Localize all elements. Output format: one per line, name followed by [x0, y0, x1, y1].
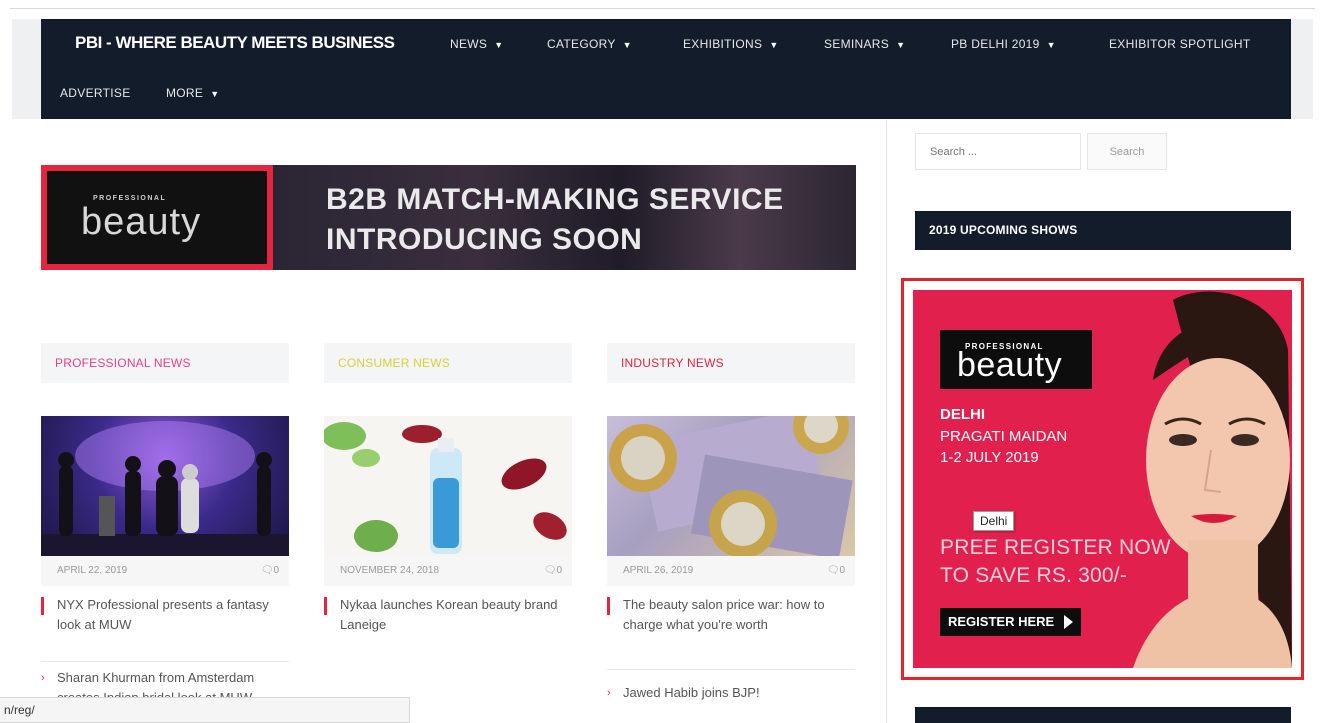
- comment-icon: 🗨: [260, 565, 274, 576]
- chevron-down-icon: ▼: [769, 40, 779, 50]
- story-title-link[interactable]: NYX Professional presents a fantasy look…: [41, 595, 289, 635]
- comment-icon: 🗨: [826, 565, 840, 576]
- story-meta: APRIL 22, 2019 🗨0: [41, 556, 289, 586]
- ad-dates: 1-2 JULY 2019: [940, 449, 1039, 466]
- news-column-professional: PROFESSIONAL NEWS APRIL 22, 2019 🗨0 NYX …: [41, 343, 289, 705]
- ad-city: DELHI: [940, 406, 985, 423]
- hover-tooltip: Delhi: [973, 511, 1015, 531]
- news-column-industry: INDUSTRY NEWS APRIL 26, 2019 🗨0 The beau…: [607, 343, 855, 700]
- chevron-right-icon: ›: [607, 687, 611, 699]
- comment-icon: 🗨: [543, 565, 557, 576]
- column-heading[interactable]: PROFESSIONAL NEWS: [41, 343, 289, 383]
- money-photo: [609, 416, 853, 556]
- news-column-consumer: CONSUMER NEWS NOVEMBER 24, 2018 🗨0 Nykaa…: [324, 343, 572, 632]
- chevron-down-icon: ▼: [622, 40, 632, 50]
- widget-title-next: [915, 707, 1291, 723]
- banner-headline: B2B MATCH-MAKING SERVICE: [326, 183, 784, 216]
- nav-item-exhibitor-spotlight[interactable]: EXHIBITOR SPOTLIGHT: [1109, 37, 1251, 51]
- story-thumbnail[interactable]: [41, 416, 289, 556]
- divider: [607, 669, 855, 670]
- model-portrait: [1133, 291, 1292, 668]
- story-meta: NOVEMBER 24, 2018 🗨0: [324, 556, 572, 586]
- page: PBI - WHERE BEAUTY MEETS BUSINESS NEWS ▼ …: [0, 0, 1325, 723]
- main-navigation: PBI - WHERE BEAUTY MEETS BUSINESS NEWS ▼ …: [41, 19, 1291, 119]
- sub-story-text: Jawed Habib joins BJP!: [623, 685, 760, 700]
- nav-item-seminars[interactable]: SEMINARS ▼: [824, 37, 905, 51]
- banner-subheadline: INTRODUCING SOON: [326, 223, 643, 256]
- chevron-right-icon: ›: [41, 672, 45, 684]
- professional-beauty-logo: PROFESSIONAL beauty: [41, 165, 273, 270]
- register-here-button[interactable]: REGISTER HERE: [940, 608, 1081, 636]
- nav-item-label: EXHIBITIONS: [683, 37, 763, 51]
- chevron-down-icon: ▼: [896, 40, 906, 50]
- product-photo: [324, 422, 567, 554]
- frame-border: [10, 8, 1315, 9]
- professional-beauty-logo: PROFESSIONAL beauty: [940, 330, 1092, 389]
- divider: [41, 661, 289, 662]
- chevron-down-icon: ▼: [210, 89, 220, 99]
- ad-cta-line2: TO SAVE RS. 300/-: [940, 564, 1128, 587]
- logo-text-beauty: beauty: [957, 346, 1063, 384]
- search-button[interactable]: Search: [1087, 133, 1167, 170]
- play-icon: [1064, 615, 1073, 629]
- nav-item-label: CATEGORY: [547, 37, 616, 51]
- story-date: NOVEMBER 24, 2018: [340, 565, 439, 576]
- stage-photo: [41, 421, 289, 556]
- column-heading[interactable]: INDUSTRY NEWS: [607, 343, 855, 383]
- nav-item-label: PB DELHI 2019: [951, 37, 1040, 51]
- nav-item-label: NEWS: [450, 37, 488, 51]
- nav-item-label: MORE: [166, 86, 204, 100]
- pb-delhi-ad[interactable]: PROFESSIONAL beauty DELHI PRAGATI MAIDAN…: [913, 290, 1292, 668]
- site-brand-link[interactable]: PBI - WHERE BEAUTY MEETS BUSINESS: [75, 33, 395, 53]
- nav-item-label: EXHIBITOR SPOTLIGHT: [1109, 37, 1251, 51]
- story-title-link[interactable]: The beauty salon price war: how to charg…: [607, 595, 855, 635]
- sub-story-link[interactable]: › Jawed Habib joins BJP!: [607, 683, 855, 703]
- story-thumbnail[interactable]: [607, 416, 855, 556]
- status-bar-url: n/reg/: [0, 697, 410, 723]
- nav-item-more[interactable]: MORE ▼: [166, 86, 219, 100]
- story-title-link[interactable]: Nykaa launches Korean beauty brand Lanei…: [324, 595, 572, 635]
- chevron-down-icon: ▼: [1046, 40, 1056, 50]
- nav-item-label: ADVERTISE: [60, 86, 131, 100]
- register-label: REGISTER HERE: [948, 614, 1055, 629]
- comment-count[interactable]: 🗨0: [261, 556, 279, 586]
- b2b-promo-banner[interactable]: PROFESSIONAL beauty B2B MATCH-MAKING SER…: [41, 165, 856, 270]
- column-heading[interactable]: CONSUMER NEWS: [324, 343, 572, 383]
- comment-number: 0: [556, 565, 562, 576]
- nav-item-label: SEMINARS: [824, 37, 890, 51]
- comment-number: 0: [273, 565, 279, 576]
- story-meta: APRIL 26, 2019 🗨0: [607, 556, 855, 586]
- comment-count[interactable]: 🗨0: [827, 556, 845, 586]
- story-thumbnail[interactable]: [324, 416, 572, 556]
- chevron-down-icon: ▼: [494, 40, 504, 50]
- story-date: APRIL 22, 2019: [57, 565, 128, 576]
- widget-title-upcoming-shows: 2019 UPCOMING SHOWS: [915, 211, 1291, 250]
- comment-number: 0: [839, 565, 845, 576]
- logo-text-beauty: beauty: [81, 201, 202, 243]
- ad-venue: PRAGATI MAIDAN: [940, 428, 1068, 445]
- search-input[interactable]: [915, 133, 1081, 170]
- nav-item-exhibitions[interactable]: EXHIBITIONS ▼: [683, 37, 779, 51]
- story-date: APRIL 26, 2019: [623, 565, 694, 576]
- content-sidebar-divider: [886, 120, 887, 723]
- nav-item-pb-delhi-2019[interactable]: PB DELHI 2019 ▼: [951, 37, 1056, 51]
- nav-item-category[interactable]: CATEGORY ▼: [547, 37, 632, 51]
- comment-count[interactable]: 🗨0: [544, 556, 562, 586]
- nav-item-news[interactable]: NEWS ▼: [450, 37, 503, 51]
- nav-item-advertise[interactable]: ADVERTISE: [60, 86, 131, 100]
